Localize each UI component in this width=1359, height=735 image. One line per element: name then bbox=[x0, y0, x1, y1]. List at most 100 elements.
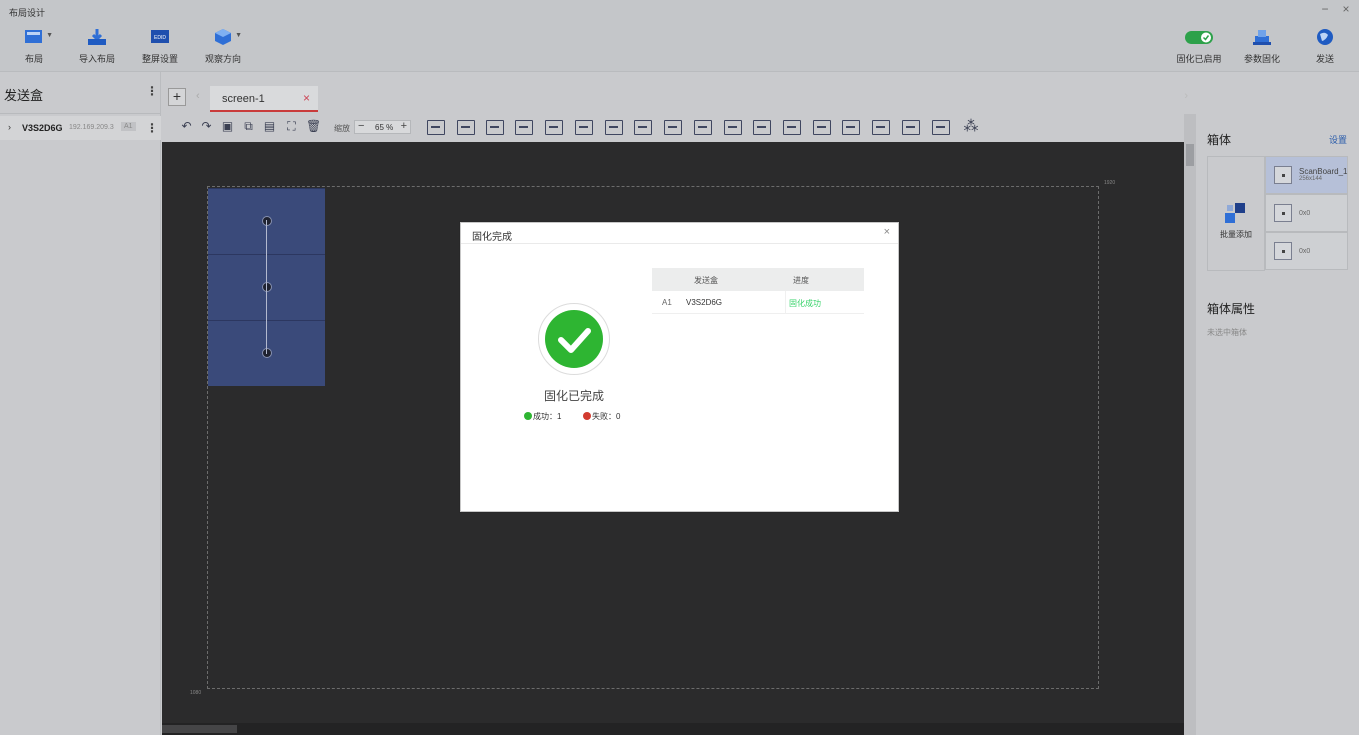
ribbon-toolbar: ▼ 布局 导入布局 EDID 整屏设置 ▼ 观察方向 固化已启用 参数固化 发送 bbox=[0, 22, 1359, 72]
cabinet-props-title: 箱体属性 bbox=[1207, 302, 1256, 316]
layout-column-3-icon[interactable] bbox=[842, 120, 860, 135]
cabinet-title: 箱体 bbox=[1207, 133, 1232, 147]
copy-icon[interactable]: ⧉ bbox=[242, 120, 255, 133]
board-thumbnail bbox=[1274, 204, 1292, 222]
import-layout-icon bbox=[86, 28, 108, 46]
row-progress: 固化成功 bbox=[789, 299, 821, 308]
layout-column-2-icon[interactable] bbox=[813, 120, 831, 135]
zoom-control[interactable]: − 65 % + bbox=[354, 120, 411, 134]
scroll-thumb[interactable] bbox=[1186, 144, 1194, 166]
layout-zigzag-2-icon[interactable] bbox=[694, 120, 712, 135]
dialog-close-icon[interactable]: × bbox=[884, 226, 890, 238]
view-direction-button[interactable]: ▼ 观察方向 bbox=[195, 28, 251, 65]
send-button[interactable]: 发送 bbox=[1297, 28, 1353, 65]
layout-bt-icon[interactable] bbox=[515, 120, 533, 135]
zoom-out-button[interactable]: − bbox=[358, 120, 364, 132]
layout-loop-icon[interactable] bbox=[902, 120, 920, 135]
layout-column-4-icon[interactable] bbox=[872, 120, 890, 135]
cube-view-icon: ▼ bbox=[212, 28, 242, 46]
import-layout-button[interactable]: 导入布局 bbox=[69, 28, 125, 65]
connection-node bbox=[262, 348, 272, 358]
batch-add-icon bbox=[1225, 203, 1247, 225]
batch-add-button[interactable]: 批量添加 bbox=[1207, 156, 1265, 271]
fail-count: 失败：0 bbox=[583, 411, 620, 422]
layout-button[interactable]: ▼ 布局 bbox=[6, 28, 62, 65]
title-bar: 布局设计 − × bbox=[0, 0, 1359, 22]
layout-zigzag-4-icon[interactable] bbox=[753, 120, 771, 135]
minimize-button[interactable]: − bbox=[1318, 2, 1332, 16]
device-port: A1 bbox=[121, 122, 136, 131]
success-check-icon bbox=[538, 303, 610, 375]
add-screen-button[interactable]: + bbox=[168, 88, 186, 106]
sender-panel-title: 发送盒 bbox=[4, 88, 44, 103]
globe-send-icon bbox=[1314, 28, 1336, 46]
horizontal-scrollbar[interactable] bbox=[162, 723, 1184, 735]
layout-tb-icon[interactable] bbox=[486, 120, 504, 135]
select-all-icon[interactable]: ▣ bbox=[221, 120, 234, 133]
fit-screen-icon[interactable]: ⛶ bbox=[285, 120, 298, 133]
tab-screen-1[interactable]: screen-1 × bbox=[210, 86, 318, 112]
success-count: 成功：1 bbox=[524, 411, 561, 422]
board-empty-2[interactable]: 0x0 bbox=[1265, 232, 1348, 270]
layout-lr-icon[interactable] bbox=[427, 120, 445, 135]
zoom-label: 缩放 bbox=[334, 124, 350, 133]
no-selection-text: 未选中箱体 bbox=[1207, 328, 1247, 337]
expand-chevron-icon[interactable]: › bbox=[8, 122, 11, 132]
zoom-in-button[interactable]: + bbox=[401, 120, 407, 132]
tab-prev-icon[interactable]: ‹ bbox=[196, 90, 200, 102]
table-header: 发送盒 进度 bbox=[652, 268, 864, 291]
connection-node bbox=[262, 282, 272, 292]
layout-snake-3-icon[interactable] bbox=[605, 120, 623, 135]
device-ip: 192.169.209.3 bbox=[69, 124, 114, 131]
delete-icon[interactable]: 🗑 bbox=[306, 120, 321, 133]
board-empty-1[interactable]: 0x0 bbox=[1265, 194, 1348, 232]
paste-icon[interactable]: ▤ bbox=[263, 120, 276, 133]
edid-icon: EDID bbox=[149, 28, 171, 46]
device-more-icon[interactable]: ⋮ bbox=[146, 121, 158, 135]
cabinet-panel: 箱体 设置 批量添加 ScanBoard_1 256x144 0x0 0x0 箱… bbox=[1196, 114, 1359, 735]
more-icon[interactable]: ⋮ bbox=[146, 84, 158, 98]
device-name: V3S2D6G bbox=[22, 123, 63, 133]
layout-toolbar: ↶ ↷ ▣ ⧉ ▤ ⛶ 🗑 缩放 − 65 % + ⁂ bbox=[162, 114, 1196, 142]
layout-zigzag-3-icon[interactable] bbox=[724, 120, 742, 135]
layout-snake-1-icon[interactable] bbox=[545, 120, 563, 135]
success-dot-icon bbox=[524, 412, 532, 420]
screen-width-label: 1920 bbox=[1104, 180, 1116, 186]
table-row: A1 V3S2D6G 固化成功 bbox=[652, 291, 864, 314]
sender-panel: 发送盒 ⋮ › V3S2D6G 192.169.209.3 A1 ⋮ bbox=[0, 72, 161, 735]
redo-icon[interactable]: ↷ bbox=[200, 120, 213, 133]
row-port: A1 bbox=[662, 298, 672, 307]
solidify-toggle[interactable]: 固化已启用 bbox=[1171, 28, 1227, 65]
sender-device-row[interactable]: › V3S2D6G 192.169.209.3 A1 ⋮ bbox=[0, 116, 161, 140]
vertical-scrollbar[interactable] bbox=[1184, 114, 1196, 735]
param-solidify-button[interactable]: 参数固化 bbox=[1234, 28, 1290, 65]
close-tab-icon[interactable]: × bbox=[303, 91, 310, 105]
tab-next-icon[interactable]: › bbox=[1184, 90, 1188, 102]
screen-settings-button[interactable]: EDID 整屏设置 bbox=[132, 28, 188, 65]
zoom-value: 65 % bbox=[375, 123, 394, 132]
board-thumbnail bbox=[1274, 166, 1292, 184]
connection-node bbox=[262, 216, 272, 226]
board-scanboard-1[interactable]: ScanBoard_1 256x144 bbox=[1265, 156, 1348, 194]
scroll-thumb[interactable] bbox=[162, 725, 237, 733]
close-window-button[interactable]: × bbox=[1339, 2, 1353, 16]
status-title: 固化已完成 bbox=[543, 389, 604, 403]
svg-text:EDID: EDID bbox=[154, 35, 166, 41]
settings-link[interactable]: 设置 bbox=[1329, 133, 1347, 146]
solidify-complete-dialog: 固化完成 × 固化已完成 成功：1 失败：0 发送盒 进度 A1 V3S2D6G… bbox=[460, 222, 899, 512]
layout-column-1-icon[interactable] bbox=[783, 120, 801, 135]
layout-snake-4-icon[interactable] bbox=[634, 120, 652, 135]
clear-connection-icon[interactable] bbox=[932, 120, 950, 135]
error-dot-icon bbox=[583, 412, 591, 420]
disconnect-icon[interactable]: ⁂ bbox=[962, 119, 980, 134]
dialog-title: 固化完成 bbox=[472, 232, 512, 243]
undo-icon[interactable]: ↶ bbox=[180, 120, 193, 133]
layout-icon: ▼ bbox=[23, 28, 53, 46]
layout-rl-icon[interactable] bbox=[457, 120, 475, 135]
solidify-icon bbox=[1251, 28, 1273, 46]
sender-panel-header: 发送盒 ⋮ bbox=[0, 72, 160, 114]
board-thumbnail bbox=[1274, 242, 1292, 260]
dialog-header: 固化完成 × bbox=[461, 223, 898, 244]
layout-snake-2-icon[interactable] bbox=[575, 120, 593, 135]
layout-zigzag-1-icon[interactable] bbox=[664, 120, 682, 135]
